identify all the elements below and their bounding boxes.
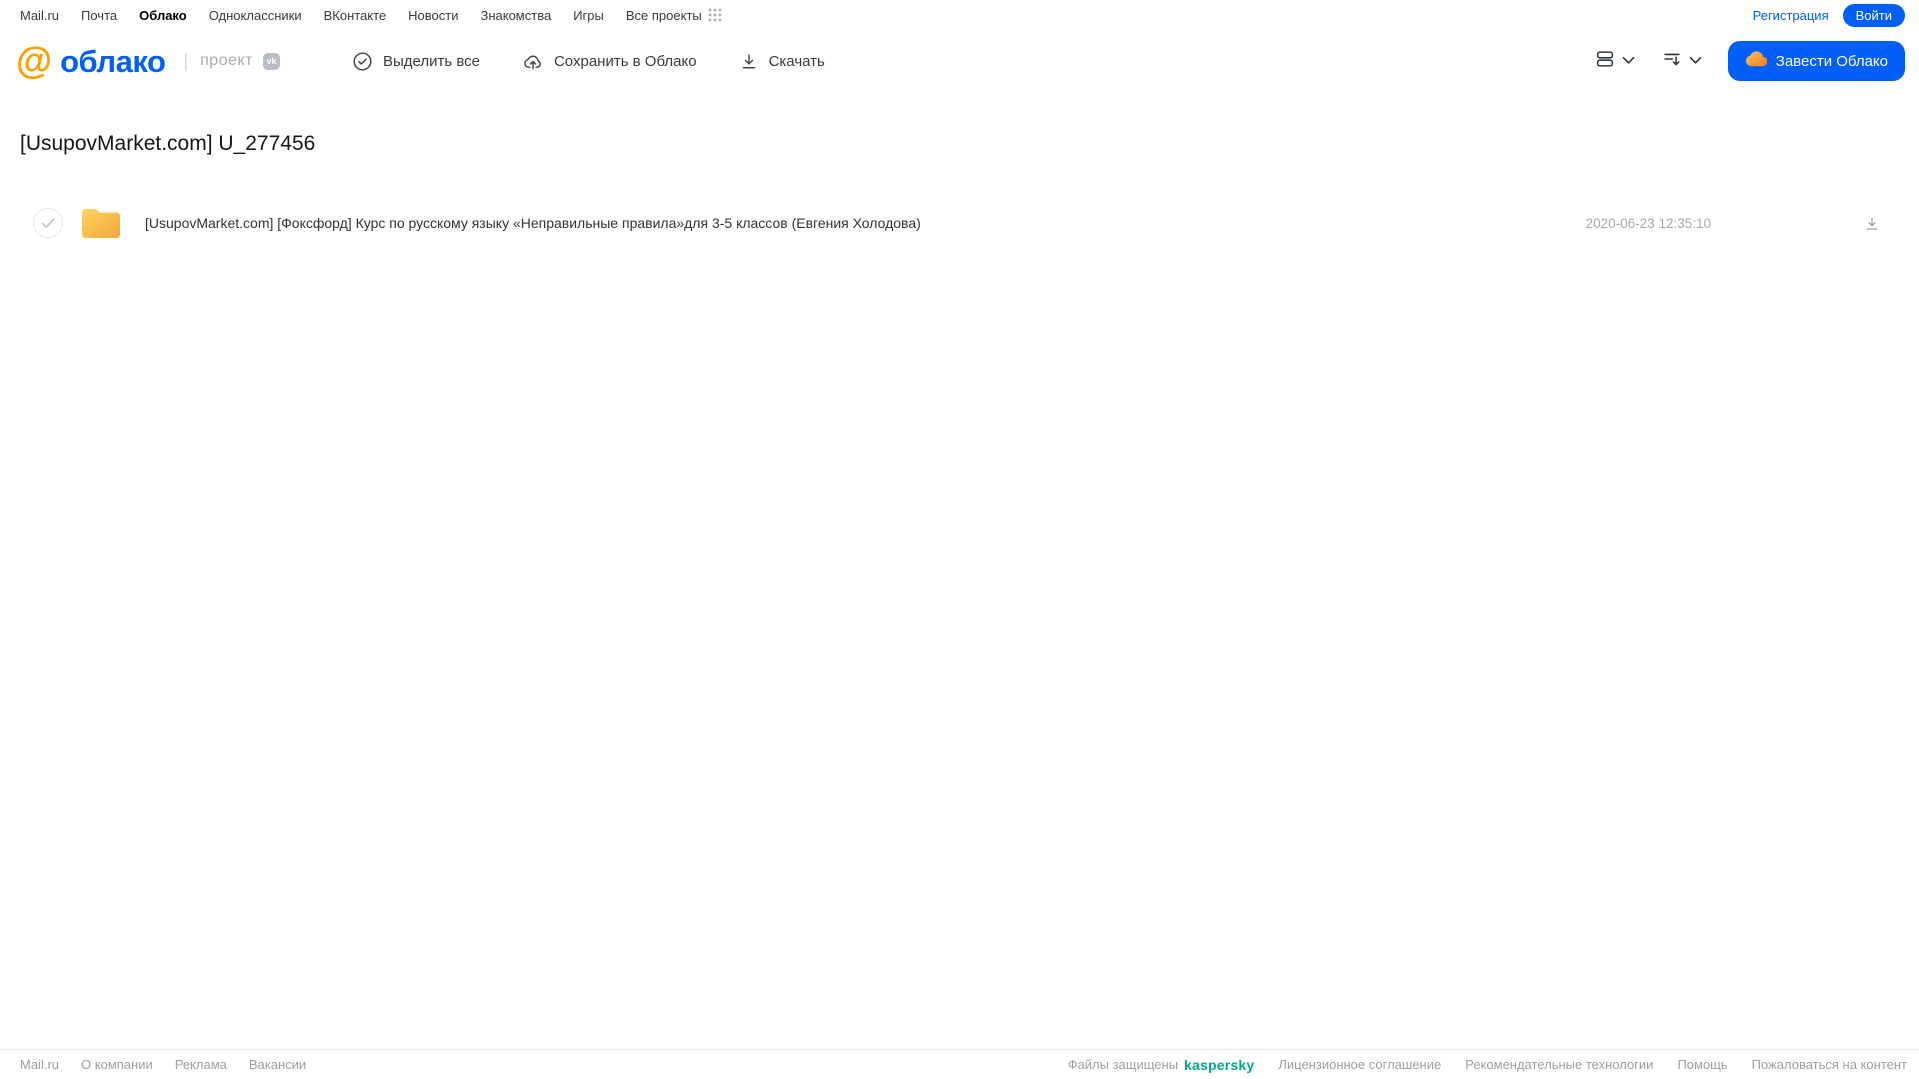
chevron-down-icon: [1622, 52, 1635, 70]
page-title: [UsupovMarket.com] U_277456: [20, 132, 316, 155]
portal-nav-link[interactable]: Почта: [81, 8, 117, 23]
sort-dropdown[interactable]: [1661, 48, 1702, 75]
kaspersky-protected: Файлы защищены kaspersky: [1068, 1057, 1255, 1073]
kaspersky-logo[interactable]: kaspersky: [1184, 1057, 1254, 1073]
header-right-controls: Завести Облако: [1594, 41, 1905, 81]
create-cloud-button[interactable]: Завести Облако: [1727, 41, 1905, 81]
folder-icon: [79, 205, 123, 241]
all-projects-grid-icon[interactable]: [708, 8, 722, 22]
check-circle-icon: [352, 51, 373, 72]
save-to-cloud-button[interactable]: Сохранить в Облако: [522, 51, 697, 72]
file-row[interactable]: [UsupovMarket.com] [Фоксфорд] Курс по ру…: [20, 198, 1919, 248]
row-download-icon[interactable]: [1863, 214, 1881, 233]
login-button[interactable]: Войти: [1842, 3, 1905, 27]
row-checkbox[interactable]: [33, 208, 63, 238]
portal-nav-link[interactable]: Новости: [408, 8, 458, 23]
sort-icon: [1661, 48, 1683, 75]
cloud-icon: [1745, 51, 1768, 71]
portal-nav-link[interactable]: Mail.ru: [20, 8, 59, 23]
create-cloud-label: Завести Облако: [1775, 52, 1888, 70]
file-toolbar: Выделить все Сохранить в Облако Скачать: [352, 51, 825, 72]
footer-link[interactable]: Реклама: [175, 1057, 227, 1072]
project-label: проект: [200, 52, 253, 69]
portal-nav-link[interactable]: Все проекты: [626, 8, 702, 23]
footer-link[interactable]: Mail.ru: [20, 1057, 59, 1072]
cloud-upload-icon: [522, 51, 544, 72]
view-mode-dropdown[interactable]: [1594, 48, 1635, 75]
portal-topbar: Mail.ru Почта Облако Одноклассники ВКонтакте…: [0, 0, 1919, 30]
cloud-logo-text: облако: [60, 43, 166, 79]
main-content: [UsupovMarket.com] U_277456 [UsupovMarke…: [0, 132, 1919, 248]
footer-link[interactable]: Вакансии: [249, 1057, 306, 1072]
portal-nav-link[interactable]: ВКонтакте: [324, 8, 387, 23]
file-list: [UsupovMarket.com] [Фоксфорд] Курс по ру…: [20, 198, 1919, 248]
mailru-at-icon: @: [16, 39, 53, 81]
portal-nav-link[interactable]: Знакомства: [480, 8, 551, 23]
select-all-label: Выделить все: [382, 52, 480, 70]
chevron-down-icon: [1689, 52, 1702, 70]
cloud-logo[interactable]: @ облако | проект vk: [16, 39, 280, 81]
download-button[interactable]: Скачать: [739, 51, 825, 72]
view-mode-icon: [1594, 48, 1616, 75]
download-icon: [739, 51, 759, 72]
kaspersky-protected-text: Файлы защищены: [1067, 1057, 1179, 1072]
download-label: Скачать: [768, 52, 825, 70]
file-date: 2020-06-23 12:35:10: [1585, 215, 1711, 231]
footer-link[interactable]: О компании: [81, 1057, 153, 1072]
logo-divider: |: [183, 50, 189, 71]
footer-link[interactable]: Пожаловаться на контент: [1752, 1057, 1907, 1072]
footer-right: Файлы защищены kaspersky Лицензионное со…: [1068, 1057, 1907, 1073]
footer: Mail.ru О компании Реклама Вакансии Файлы з…: [0, 1049, 1919, 1079]
vk-badge-icon: vk: [262, 52, 280, 70]
footer-link[interactable]: Лицензионное соглашение: [1278, 1057, 1441, 1072]
footer-left-links: Mail.ru О компании Реклама Вакансии: [20, 1057, 306, 1072]
footer-right-links: Лицензионное соглашение Рекомендательные …: [1278, 1057, 1907, 1072]
file-name-link[interactable]: [UsupovMarket.com] [Фоксфорд] Курс по ру…: [145, 215, 921, 231]
select-all-button[interactable]: Выделить все: [352, 51, 480, 72]
footer-link[interactable]: Помощь: [1677, 1057, 1727, 1072]
cloud-header: @ облако | проект vk Выделить все Сохран…: [0, 30, 1919, 92]
portal-nav-link[interactable]: Облако: [139, 8, 187, 23]
portal-nav: Mail.ru Почта Облако Одноклассники ВКонтакте…: [20, 8, 702, 23]
portal-nav-link[interactable]: Игры: [573, 8, 604, 23]
register-link[interactable]: Регистрация: [1753, 8, 1829, 23]
save-to-cloud-label: Сохранить в Облако: [553, 52, 697, 70]
portal-nav-link[interactable]: Одноклассники: [209, 8, 302, 23]
footer-link[interactable]: Рекомендательные технологии: [1465, 1057, 1653, 1072]
